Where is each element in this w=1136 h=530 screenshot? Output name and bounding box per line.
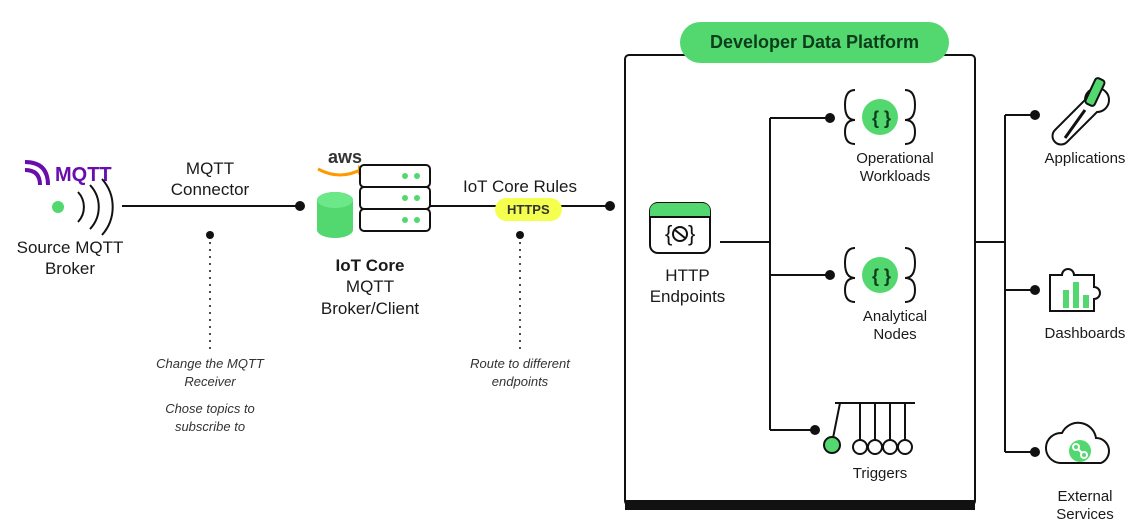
dashboards-label: Dashboards <box>1035 325 1135 343</box>
analytical-nodes-node: { } Analytical Nodes <box>835 238 955 344</box>
mqtt-connector-label: MQTT Connector <box>160 158 260 201</box>
note-choose-topics: Chose topics to subscribe to <box>150 400 270 435</box>
iot-core-title: IoT Core <box>300 255 440 276</box>
analytical-nodes-label: Analytical Nodes <box>835 308 955 344</box>
external-services-node: External Services <box>1035 418 1135 524</box>
dashboards-node: Dashboards <box>1035 250 1135 343</box>
http-endpoints-icon: { } <box>640 195 720 265</box>
mqtt-broadcast-icon: MQTT <box>10 157 130 237</box>
iot-core-icon: aws <box>300 145 440 255</box>
note-route-endpoints: Route to different endpoints <box>460 355 580 390</box>
svg-text:{ }: { } <box>872 266 891 286</box>
svg-text:{ }: { } <box>872 108 891 128</box>
applications-node: Applications <box>1035 70 1135 168</box>
dashboards-icon <box>1035 250 1125 325</box>
iot-core-subtitle: MQTT Broker/Client <box>300 276 440 319</box>
cloud-link-icon <box>1035 418 1125 488</box>
aws-text: aws <box>328 147 362 167</box>
source-mqtt-broker-label: Source MQTT Broker <box>10 237 130 280</box>
triggers-label: Triggers <box>820 465 940 483</box>
mqtt-logo-text: MQTT <box>55 164 112 186</box>
source-mqtt-broker: MQTT Source MQTT Broker <box>10 157 130 280</box>
analytical-nodes-icon: { } <box>835 238 925 308</box>
connectors-layer <box>0 0 1136 530</box>
http-endpoints-label: HTTP Endpoints <box>640 265 735 308</box>
note-change-receiver: Change the MQTT Receiver <box>150 355 270 390</box>
external-services-label: External Services <box>1035 488 1135 524</box>
http-endpoints-node: { } HTTP Endpoints <box>640 195 735 308</box>
triggers-node: Triggers <box>820 395 940 483</box>
operational-workloads-icon: { } <box>835 80 925 150</box>
operational-workloads-node: { } Operational Workloads <box>835 80 955 186</box>
applications-label: Applications <box>1035 150 1135 168</box>
svg-text:}: } <box>688 221 695 246</box>
operational-workloads-label: Operational Workloads <box>835 150 955 186</box>
iot-core-rules-label: IoT Core Rules <box>450 176 590 197</box>
triggers-icon <box>820 395 930 465</box>
iot-core-node: aws IoT Core MQTT Broker/Client <box>300 145 440 319</box>
https-badge: HTTPS <box>495 198 562 221</box>
svg-text:{: { <box>665 221 672 246</box>
tools-icon <box>1035 70 1125 150</box>
platform-title-pill: Developer Data Platform <box>680 22 949 63</box>
